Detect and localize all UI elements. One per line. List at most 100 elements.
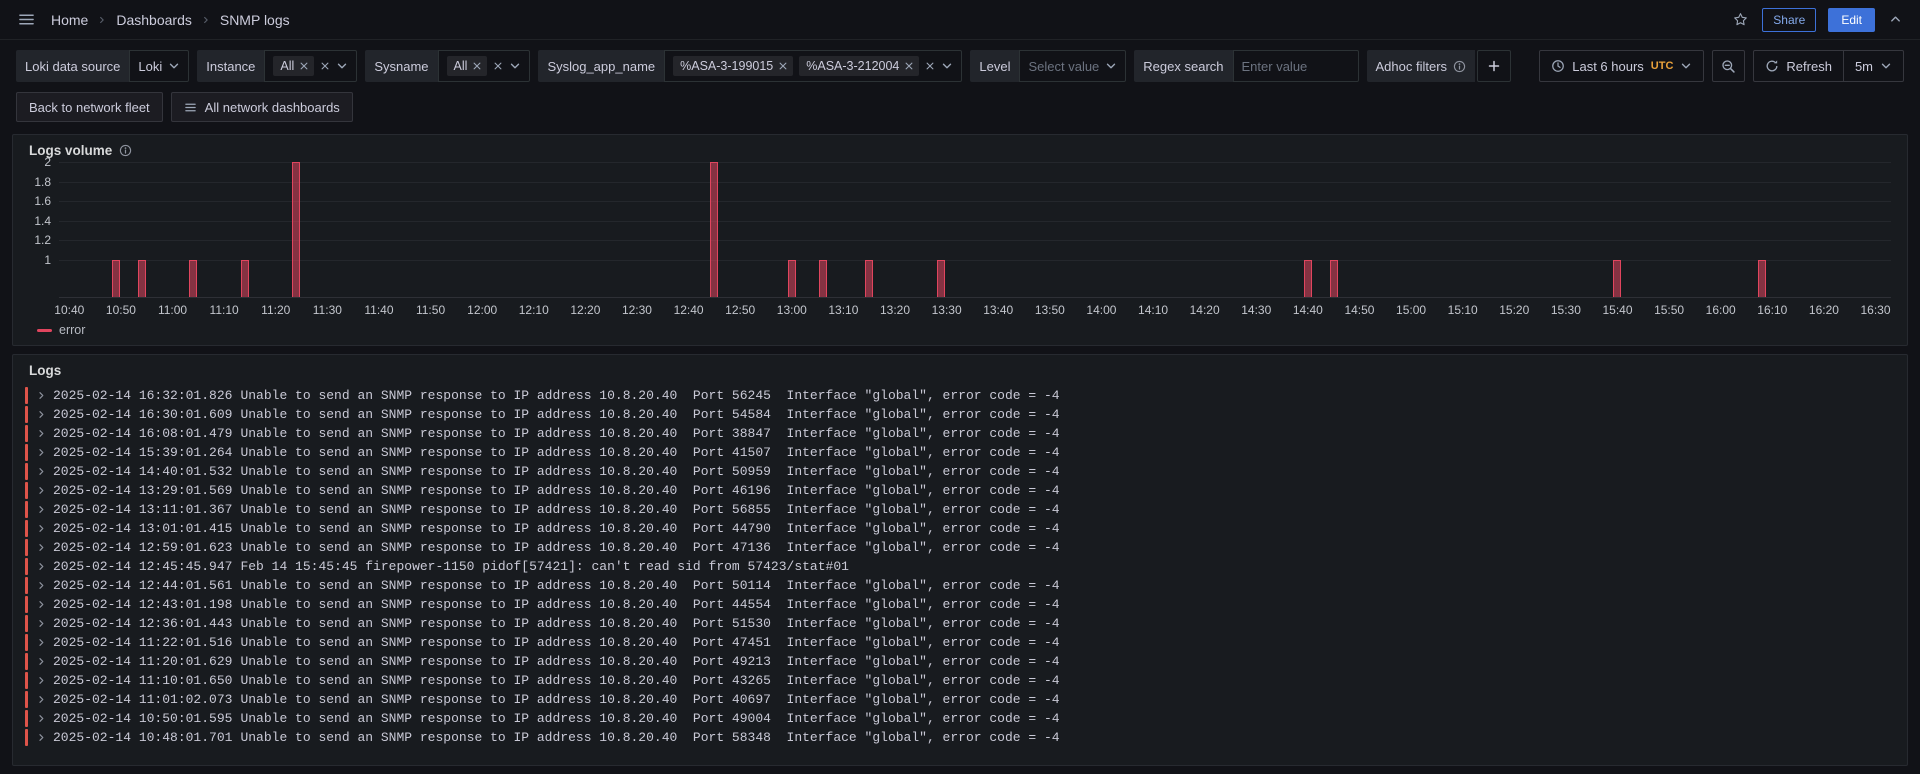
refresh-interval-picker[interactable]: 5m [1843,50,1904,82]
add-adhoc-filter-button[interactable] [1477,50,1512,82]
expand-log-icon[interactable] [37,462,46,481]
y-axis-label: 1 [44,252,51,267]
log-level-indicator [25,501,28,518]
refresh-label: Refresh [1786,58,1832,74]
info-icon[interactable] [1453,60,1466,73]
log-row[interactable]: 2025-02-14 13:11:01.367 Unable to send an… [13,500,1907,519]
legend-error-label[interactable]: error [59,323,85,337]
expand-log-icon[interactable] [37,633,46,652]
expand-log-icon[interactable] [37,557,46,576]
edit-button[interactable]: Edit [1828,7,1875,32]
chart-plot[interactable]: 2 1.8 1.6 1.4 1.2 1 [34,155,1891,298]
remove-value-icon[interactable] [472,61,482,71]
log-timestamp: 2025-02-14 11:10:01.650 [53,673,233,688]
log-row[interactable]: 2025-02-14 10:48:01.701 Unable to send an… [13,728,1907,747]
log-timestamp: 2025-02-14 12:36:01.443 [53,616,233,631]
expand-log-icon[interactable] [37,614,46,633]
log-level-indicator [25,558,28,575]
breadcrumb-item[interactable]: Dashboards [116,12,192,28]
expand-log-icon[interactable] [37,595,46,614]
expand-log-icon[interactable] [37,443,46,462]
log-row[interactable]: 2025-02-14 11:01:02.073 Unable to send an… [13,690,1907,709]
expand-log-icon[interactable] [37,386,46,405]
top-nav: Home Dashboards SNMP logs Share Edit [0,0,1920,40]
chevron-down-icon[interactable] [509,60,521,72]
chevron-down-icon[interactable] [168,60,180,72]
back-to-network-fleet-link[interactable]: Back to network fleet [16,92,163,122]
volume-bar [1329,259,1338,297]
log-row[interactable]: 2025-02-14 10:50:01.595 Unable to send an… [13,709,1907,728]
value-pill[interactable]: All [446,56,488,76]
share-button[interactable]: Share [1762,7,1817,32]
y-axis-label: 1.2 [34,233,51,248]
remove-value-icon[interactable] [778,61,788,71]
log-row[interactable]: 2025-02-14 16:30:01.609 Unable to send an… [13,405,1907,424]
filter-value-sysname[interactable]: All [437,50,531,82]
time-range-picker[interactable]: Last 6 hours UTC [1539,50,1705,82]
panel-title[interactable]: Logs [29,363,61,378]
log-level-indicator [25,596,28,613]
chevron-down-icon[interactable] [941,60,953,72]
log-row[interactable]: 2025-02-14 12:36:01.443 Unable to send an… [13,614,1907,633]
filter-syslog-app-name: Syslog_app_name %ASA-3-199015 %ASA-3-21200… [538,50,963,82]
x-axis-label: 10:50 [105,303,136,317]
logs-volume-chart: 2 1.8 1.6 1.4 1.2 1 10:40 10:50 11:00 11:10 11:20… [23,155,1891,341]
log-row[interactable]: 2025-02-14 13:01:01.415 Unable to send an… [13,519,1907,538]
expand-log-icon[interactable] [37,671,46,690]
filter-label: Loki data source [16,50,130,82]
info-icon[interactable] [119,144,132,157]
remove-value-icon[interactable] [299,61,309,71]
log-row[interactable]: 2025-02-14 16:32:01.826 Unable to send an… [13,386,1907,405]
value-pill[interactable]: %ASA-3-199015 [673,56,794,76]
expand-log-icon[interactable] [37,652,46,671]
value-pill[interactable]: All [273,56,315,76]
expand-log-icon[interactable] [37,576,46,595]
log-row[interactable]: 2025-02-14 12:43:01.198 Unable to send an… [13,595,1907,614]
log-message: Unable to send an SNMP response to IP ad… [240,464,1060,479]
collapse-chevron-icon[interactable] [1887,11,1904,28]
filter-label-text: Loki data source [25,58,121,74]
x-axis-label: 14:40 [1292,303,1323,317]
value-pill[interactable]: %ASA-3-212004 [799,56,920,76]
log-row[interactable]: 2025-02-14 14:40:01.532 Unable to send an… [13,462,1907,481]
chevron-down-icon [1880,60,1892,72]
filter-value-syslog-app-name[interactable]: %ASA-3-199015 %ASA-3-212004 [664,50,963,82]
clear-all-icon[interactable] [925,61,935,71]
log-row[interactable]: 2025-02-14 12:44:01.561 Unable to send an… [13,576,1907,595]
filter-input-regex-search[interactable] [1241,58,1350,74]
expand-log-icon[interactable] [37,500,46,519]
log-row[interactable]: 2025-02-14 13:29:01.569 Unable to send an… [13,481,1907,500]
expand-log-icon[interactable] [37,405,46,424]
expand-log-icon[interactable] [37,538,46,557]
log-row[interactable]: 2025-02-14 16:08:01.479 Unable to send an… [13,424,1907,443]
expand-log-icon[interactable] [37,481,46,500]
clear-all-icon[interactable] [320,61,330,71]
filter-value-instance[interactable]: All [264,50,358,82]
star-icon[interactable] [1731,10,1750,29]
log-row[interactable]: 2025-02-14 12:59:01.623 Unable to send an… [13,538,1907,557]
expand-log-icon[interactable] [37,424,46,443]
expand-log-icon[interactable] [37,728,46,747]
clear-all-icon[interactable] [493,61,503,71]
log-row[interactable]: 2025-02-14 12:45:45.947 Feb 14 15:45:45 f… [13,557,1907,576]
chevron-down-icon[interactable] [336,60,348,72]
zoom-out-button[interactable] [1712,50,1746,82]
remove-value-icon[interactable] [904,61,914,71]
filter-value-loki-data-source[interactable]: Loki [129,50,190,82]
filter-value-level[interactable]: Select value [1019,50,1127,82]
breadcrumb-item[interactable]: Home [51,12,88,28]
menu-toggle-button[interactable] [16,9,37,30]
all-network-dashboards-link[interactable]: All network dashboards [170,92,353,122]
x-axis-label: 11:20 [261,303,291,317]
expand-log-icon[interactable] [37,709,46,728]
expand-log-icon[interactable] [37,519,46,538]
expand-log-icon[interactable] [37,690,46,709]
log-row[interactable]: 2025-02-14 11:20:01.629 Unable to send an… [13,652,1907,671]
logs-volume-panel: Logs volume 2 1.8 1.6 1.4 1.2 1 10:40 10:50 11:… [12,134,1908,346]
log-row[interactable]: 2025-02-14 11:10:01.650 Unable to send an… [13,671,1907,690]
filter-value-regex-search[interactable] [1232,50,1359,82]
refresh-button[interactable]: Refresh [1753,50,1844,82]
log-row[interactable]: 2025-02-14 15:39:01.264 Unable to send an… [13,443,1907,462]
chevron-down-icon[interactable] [1105,60,1117,72]
log-row[interactable]: 2025-02-14 11:22:01.516 Unable to send an… [13,633,1907,652]
